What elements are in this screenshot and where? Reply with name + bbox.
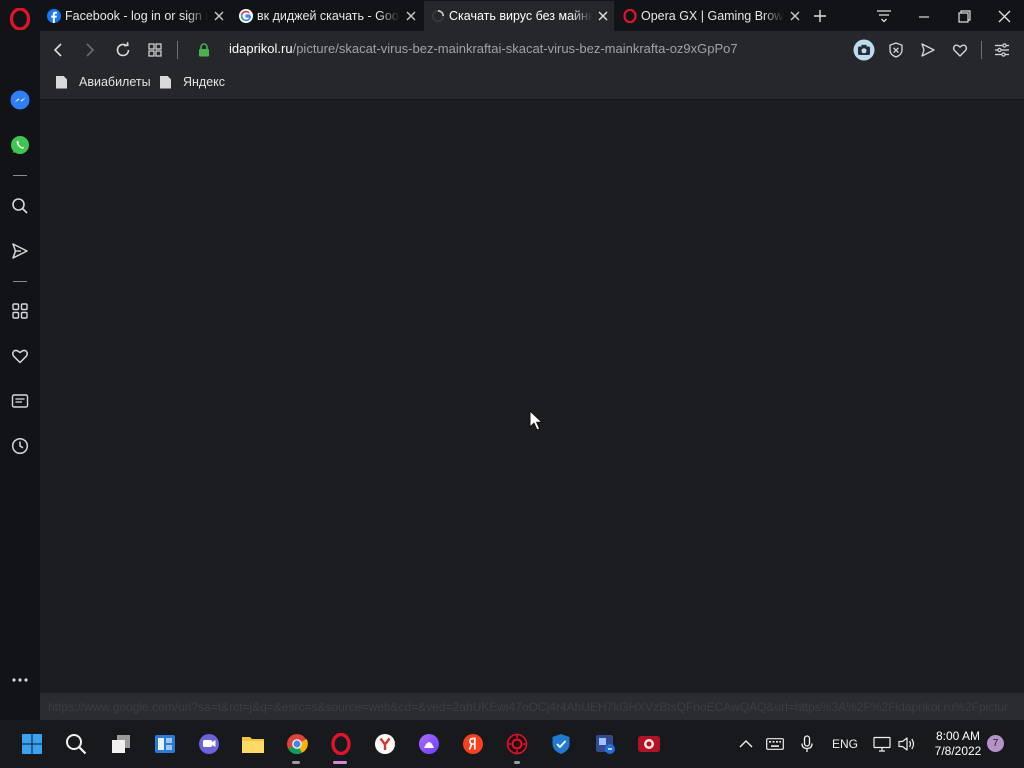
tab-facebook[interactable]: Facebook - log in or sign up [40, 1, 230, 31]
defender-shield-icon[interactable] [549, 732, 573, 756]
send-icon[interactable] [8, 239, 32, 263]
tab-menu-icon[interactable] [872, 4, 896, 28]
bookmarks-bar: Авиабилеты Яндекс [40, 68, 1024, 100]
mouse-cursor-icon [529, 410, 543, 431]
taskbar-search-icon[interactable] [64, 732, 88, 756]
bookmark-yandex[interactable]: Яндекс [160, 75, 225, 89]
network-icon[interactable] [871, 732, 893, 756]
toolbar-separator [981, 41, 982, 59]
tab-title: Opera GX | Gaming Browser [641, 9, 784, 23]
page-icon [56, 75, 67, 89]
heart-icon[interactable] [8, 344, 32, 368]
status-bar: https://www.google.com/url?sa=t&rct=j&q=… [40, 693, 1024, 720]
touch-keyboard-icon[interactable] [764, 732, 786, 756]
search-icon[interactable] [8, 194, 32, 218]
google-icon [239, 9, 253, 23]
send-to-flow-icon[interactable] [916, 38, 940, 62]
tab-strip: Facebook - log in or sign up вк диджей с… [40, 0, 1024, 31]
microphone-icon[interactable] [798, 732, 816, 756]
restore-button[interactable] [952, 4, 976, 28]
language-indicator[interactable]: ENG [827, 732, 863, 756]
tab-title: Facebook - log in or sign up [65, 9, 208, 23]
windows-taskbar: ENG [0, 720, 1024, 768]
sidebar-separator [13, 175, 27, 176]
screen: Facebook - log in or sign up вк диджей с… [0, 0, 1024, 768]
close-tab-icon[interactable] [592, 5, 614, 27]
file-explorer-icon[interactable] [241, 732, 265, 756]
news-icon[interactable] [8, 389, 32, 413]
close-tab-icon[interactable] [400, 5, 422, 27]
toolbar-separator [177, 41, 178, 59]
system-clock[interactable]: 8:00 AM 7/8/2022 [926, 729, 990, 759]
snapshot-camera-icon[interactable] [852, 38, 876, 62]
back-button[interactable] [46, 38, 70, 62]
ad-blocker-icon[interactable] [884, 38, 908, 62]
cleanup-tool-icon[interactable] [593, 732, 617, 756]
close-tab-icon[interactable] [784, 5, 806, 27]
sidebar-separator [13, 281, 27, 282]
page-content[interactable] [40, 101, 1024, 693]
new-tab-button[interactable] [808, 4, 832, 28]
close-tab-icon[interactable] [208, 5, 230, 27]
chrome-icon[interactable] [285, 732, 309, 756]
tab-title: Скачать вирус без майнкрафта [449, 9, 592, 23]
bookmark-label: Авиабилеты [79, 75, 151, 89]
messenger-icon[interactable] [8, 88, 32, 112]
running-indicator [292, 761, 300, 764]
tab-google-search[interactable]: вк диджей скачать - Google Search [232, 1, 422, 31]
reload-button[interactable] [111, 38, 135, 62]
address-bar[interactable]: idaprikol.ru/picture/skacat-virus-bez-ma… [229, 41, 738, 56]
opera-gx-taskbar-icon[interactable] [329, 732, 353, 756]
bookmark-label: Яндекс [183, 75, 226, 89]
workspaces-icon[interactable] [8, 299, 32, 323]
more-icon[interactable] [8, 668, 32, 692]
page-icon [160, 75, 171, 89]
tab-grid-icon[interactable] [143, 38, 167, 62]
easy-setup-icon[interactable] [990, 38, 1014, 62]
tab-title: вк диджей скачать - Google Search [257, 9, 400, 23]
widgets-icon[interactable] [153, 732, 177, 756]
facebook-icon [47, 9, 61, 23]
forward-button[interactable] [78, 38, 102, 62]
tab-opera-gx[interactable]: Opera GX | Gaming Browser [616, 1, 806, 31]
tab-active-page[interactable]: Скачать вирус без майнкрафта [424, 1, 614, 31]
bookmark-aviabilety[interactable]: Авиабилеты [56, 75, 151, 89]
opera-logo-icon[interactable] [8, 7, 32, 31]
task-view-icon[interactable] [109, 732, 133, 756]
clock-date: 7/8/2022 [934, 744, 982, 758]
notification-badge[interactable]: 7 [987, 735, 1004, 752]
teams-chat-icon[interactable] [197, 732, 221, 756]
status-link-url: https://www.google.com/url?sa=t&rct=j&q=… [48, 700, 1008, 714]
url-path: /picture/skacat-virus-bez-mainkraftai-sk… [292, 41, 738, 56]
whatsapp-icon[interactable] [8, 133, 32, 157]
gaming-app-icon[interactable] [505, 732, 529, 756]
minimize-button[interactable] [912, 4, 936, 28]
windows-start-icon[interactable] [20, 732, 44, 756]
clock-time: 8:00 AM [935, 729, 981, 743]
alice-assistant-icon[interactable] [417, 732, 441, 756]
history-icon[interactable] [8, 434, 32, 458]
close-window-button[interactable] [992, 4, 1016, 28]
running-indicator [514, 761, 520, 764]
active-app-indicator [333, 761, 347, 764]
show-hidden-icons-chevron-icon[interactable] [736, 732, 756, 756]
address-toolbar: idaprikol.ru/picture/skacat-virus-bez-ma… [40, 31, 1024, 68]
yandex-browser-icon[interactable] [373, 732, 397, 756]
yandex-icon[interactable] [461, 732, 485, 756]
opera-icon [623, 9, 637, 23]
loading-spinner-icon [431, 9, 445, 23]
secure-lock-icon[interactable] [192, 38, 216, 62]
sidebar [0, 0, 40, 720]
screen-recorder-icon[interactable] [637, 732, 661, 756]
volume-icon[interactable] [896, 732, 918, 756]
url-host: idaprikol.ru [229, 41, 293, 56]
bookmark-heart-icon[interactable] [948, 38, 972, 62]
